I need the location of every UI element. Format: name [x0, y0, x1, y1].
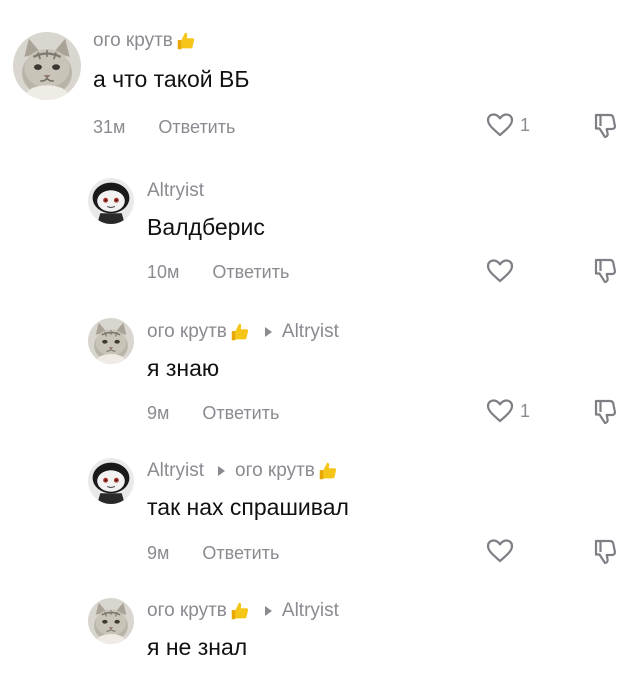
thumbs-down-icon [590, 395, 620, 425]
cat-avatar-image [88, 598, 134, 644]
comment-author[interactable]: ого крутв [147, 600, 227, 622]
thumbs-up-icon [175, 30, 197, 52]
avatar[interactable] [13, 32, 81, 100]
reply-arrow-icon [264, 606, 272, 616]
reply-button[interactable]: Ответить [202, 543, 279, 564]
reply-arrow-icon [218, 466, 225, 476]
reply-arrow-icon [264, 327, 272, 337]
comment-text: так нах спрашивал [147, 494, 349, 520]
comment-author[interactable]: Altryist [147, 460, 204, 482]
reply-button[interactable]: Ответить [202, 403, 279, 424]
comment-time: 9м [147, 543, 170, 563]
thumbs-up-icon [229, 600, 251, 622]
like-button[interactable] [486, 258, 514, 284]
reply-button[interactable]: Ответить [158, 117, 235, 138]
like-count: 1 [520, 114, 531, 135]
dislike-button[interactable] [590, 109, 620, 139]
comment-text: я знаю [147, 355, 220, 381]
like-count: 1 [520, 400, 531, 421]
comment-time: 31м [93, 117, 126, 137]
avatar[interactable] [88, 458, 134, 504]
dislike-button[interactable] [590, 395, 620, 425]
avatar[interactable] [88, 318, 134, 364]
thumbs-down-icon [590, 254, 620, 284]
character-avatar-image [88, 178, 134, 224]
heart-icon [486, 112, 514, 138]
comment-text: Валдберис [147, 214, 265, 240]
thumbs-up-icon [317, 460, 339, 482]
heart-icon [486, 398, 514, 424]
avatar[interactable] [88, 598, 134, 644]
like-button[interactable] [486, 538, 514, 564]
character-avatar-image [88, 458, 134, 504]
cat-avatar-image [13, 32, 81, 100]
cat-avatar-image [88, 318, 134, 364]
like-button[interactable]: 1 [486, 112, 530, 138]
reply-button[interactable]: Ответить [212, 262, 289, 283]
comment-author[interactable]: Altryist [147, 180, 204, 202]
comment-author[interactable]: ого крутв [93, 30, 173, 52]
reply-to-user[interactable]: Altryist [282, 321, 339, 343]
comment-time: 9м [147, 403, 170, 423]
dislike-button[interactable] [590, 535, 620, 565]
thumbs-up-icon [229, 321, 251, 343]
dislike-button[interactable] [590, 254, 620, 284]
thumbs-down-icon [590, 535, 620, 565]
reply-to-user[interactable]: Altryist [282, 600, 339, 622]
comment-text: а что такой ВБ [93, 66, 250, 92]
comment-time: 10м [147, 262, 180, 282]
comment-author[interactable]: ого крутв [147, 321, 227, 343]
comment-text: я не знал [147, 634, 248, 660]
heart-icon [486, 538, 514, 564]
avatar[interactable] [88, 178, 134, 224]
thumbs-down-icon [590, 109, 620, 139]
reply-to-user[interactable]: ого крутв [235, 460, 315, 482]
like-button[interactable]: 1 [486, 398, 530, 424]
heart-icon [486, 258, 514, 284]
